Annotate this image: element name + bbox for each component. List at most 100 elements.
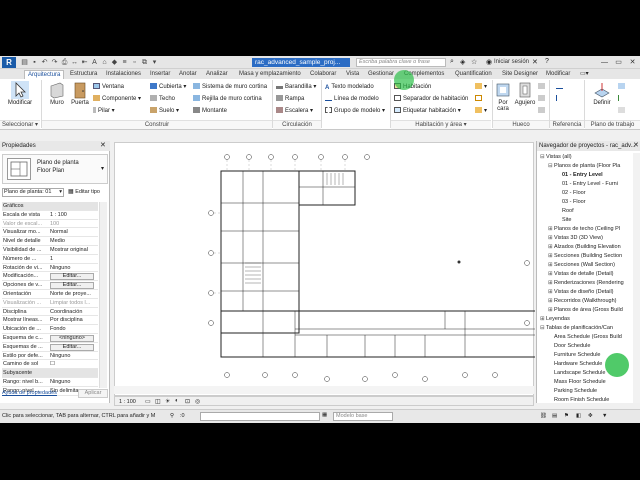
door-button[interactable]: Puerta (69, 81, 91, 106)
curtain-system-button[interactable]: Sistema de muro cortina (193, 83, 267, 91)
modify-button[interactable]: Modificar (4, 81, 36, 106)
properties-help-link[interactable]: Ayuda de propiedades (2, 390, 57, 396)
property-value[interactable]: Mostrar original (49, 246, 98, 254)
browser-item[interactable]: Area Schedule (Gross Build (548, 333, 622, 342)
tab-insertar[interactable]: Insertar (150, 70, 170, 79)
maximize-button[interactable]: ▭ (612, 57, 625, 68)
property-value[interactable]: Medio (49, 237, 98, 245)
browser-item[interactable]: ⊞Planos de techo (Ceiling Pl (548, 225, 620, 234)
star-icon[interactable]: ☆ (471, 58, 477, 66)
room-separator-button[interactable]: Separador de habitación (394, 95, 468, 103)
by-face-button[interactable]: Por cara (494, 81, 512, 112)
browser-item[interactable]: ⊟Planos de planta (Floor Pla (548, 162, 620, 171)
browser-item[interactable]: ⊞Leyendas (540, 315, 570, 324)
minimize-button[interactable]: — (598, 57, 611, 68)
undo-icon[interactable]: ↶ (40, 58, 49, 67)
property-value[interactable]: Fondo (49, 325, 98, 333)
shadows-icon[interactable]: ◐ (175, 398, 179, 404)
close-icon[interactable]: ✕ (633, 141, 639, 151)
ramp-button[interactable]: Rampa (276, 95, 304, 103)
roof-button[interactable]: Cubierta ▾ (150, 83, 186, 91)
property-edit-button[interactable]: Editar... (50, 273, 94, 281)
browser-item[interactable]: ⊟Vistas (all) (540, 153, 572, 162)
tab-colaborar[interactable]: Colaborar (310, 70, 336, 79)
canvas-horizontal-scrollbar[interactable] (114, 386, 534, 394)
tab-arquitectura[interactable]: Arquitectura (24, 70, 65, 79)
property-value[interactable]: Editar... (49, 343, 98, 351)
edit-type-button[interactable]: ▦ Editar tipo (68, 188, 108, 197)
property-value[interactable]: 100 (49, 220, 98, 228)
shaft-button[interactable]: Agujero (514, 81, 536, 106)
application-menu-logo[interactable]: R (2, 57, 16, 68)
grid-button[interactable] (556, 95, 565, 103)
property-value[interactable]: <ninguno> (49, 334, 98, 342)
close-icon[interactable]: ✕ (100, 141, 106, 151)
property-value[interactable]: Editar... (49, 281, 98, 290)
browser-item[interactable]: ⊞Secciones (Building Section (548, 252, 622, 261)
property-edit-button[interactable]: Editar... (50, 343, 94, 351)
browser-item[interactable]: ⊞Vistas 3D (3D View) (548, 234, 603, 243)
exchange-icon[interactable]: ✕ (532, 58, 538, 66)
model-group-button[interactable]: Grupo de modelo ▾ (325, 107, 385, 115)
browser-item[interactable]: ⊟Tablas de planificación/Can (540, 324, 613, 333)
model-line-button[interactable]: Línea de modelo (325, 95, 379, 103)
properties-section[interactable]: Gráficos (2, 202, 98, 211)
filter-icon[interactable]: ⚲ (170, 413, 174, 419)
window-button[interactable]: Ventana (93, 83, 124, 91)
properties-section[interactable]: Subyacente (2, 369, 98, 378)
property-value[interactable]: Norte de proye... (49, 290, 98, 298)
tab-gestionar[interactable]: Gestionar (368, 70, 394, 79)
set-workplane-button[interactable]: Definir (590, 81, 614, 106)
open-icon[interactable]: ▤ (20, 58, 29, 67)
design-options-icon[interactable]: ▦ (322, 412, 327, 418)
area-boundary-button[interactable] (475, 95, 484, 103)
browser-item[interactable]: ⊞Alzados (Building Elevation (548, 243, 621, 252)
tab-site-designer[interactable]: Site Designer (502, 70, 538, 79)
select-links-icon[interactable]: ⛓ (540, 413, 547, 419)
tab-analizar[interactable]: Analizar (206, 70, 228, 79)
communication-icon[interactable]: ◈ (460, 58, 465, 66)
crop-icon[interactable]: ⊡ (185, 398, 190, 405)
tag-room-button[interactable]: Etiquetar habitación ▾ (394, 107, 461, 115)
ceiling-button[interactable]: Techo (150, 95, 175, 103)
tab-masa[interactable]: Masa y emplazamiento (239, 70, 301, 79)
section-icon[interactable]: ◆ (110, 58, 119, 67)
browser-item[interactable]: Furniture Schedule (548, 351, 600, 360)
property-value[interactable]: Ninguno (49, 264, 98, 272)
drawing-canvas[interactable]: ⌕ ▾ ▭ (114, 142, 638, 396)
filter-selection-icon[interactable]: ▼ (602, 413, 607, 419)
property-value[interactable]: Coordinación (49, 308, 98, 316)
browser-item[interactable]: 01 - Entry Level (556, 171, 603, 180)
search-input[interactable]: Escriba palabra clave o frase (356, 58, 446, 67)
ribbon-minimize-icon[interactable]: ▭▾ (580, 70, 589, 77)
tab-quantification[interactable]: Quantification (455, 70, 492, 79)
measure-icon[interactable]: ↔ (70, 58, 79, 67)
floor-button[interactable]: Suelo ▾ (150, 107, 179, 115)
browser-item[interactable]: ⊞Planos de área (Gross Build (548, 306, 623, 315)
browser-item[interactable]: 01 - Entry Level - Furni (556, 180, 618, 189)
sign-in-link[interactable]: Iniciar sesión (494, 59, 529, 65)
browser-item[interactable]: Hardware Schedule (548, 360, 602, 369)
property-value[interactable]: Editar... (49, 272, 98, 281)
browser-item[interactable]: Site (556, 216, 571, 225)
railing-button[interactable]: Barandilla ▾ (276, 83, 316, 91)
curtain-grid-button[interactable]: Rejilla de muro cortina (193, 95, 262, 103)
thin-lines-icon[interactable]: ≡ (120, 58, 129, 67)
ref-plane-button[interactable] (618, 95, 627, 103)
property-value[interactable]: Ninguno (49, 352, 98, 360)
tab-instalaciones[interactable]: Instalaciones (106, 70, 141, 79)
visual-style-icon[interactable]: ◫ (155, 398, 161, 405)
browser-item[interactable]: ⊞Renderizaciones (Rendering (548, 279, 624, 288)
browser-item[interactable]: Parking Schedule (548, 387, 597, 396)
drag-elements-icon[interactable]: ✥ (588, 413, 593, 419)
tag-area-button[interactable]: ▾ (475, 107, 487, 115)
component-button[interactable]: Componente ▾ (93, 95, 141, 103)
mullion-button[interactable]: Montante (193, 107, 227, 115)
tag-icon[interactable]: A (90, 58, 99, 67)
close-hidden-icon[interactable]: ▫ (130, 58, 139, 67)
dormer-button[interactable] (538, 107, 547, 115)
property-value[interactable]: Normal (49, 228, 98, 236)
browser-item[interactable]: ⊞Secciones (Wall Section) (548, 261, 615, 270)
level-button[interactable] (556, 83, 565, 91)
apply-button[interactable]: Aplicar (78, 389, 108, 398)
